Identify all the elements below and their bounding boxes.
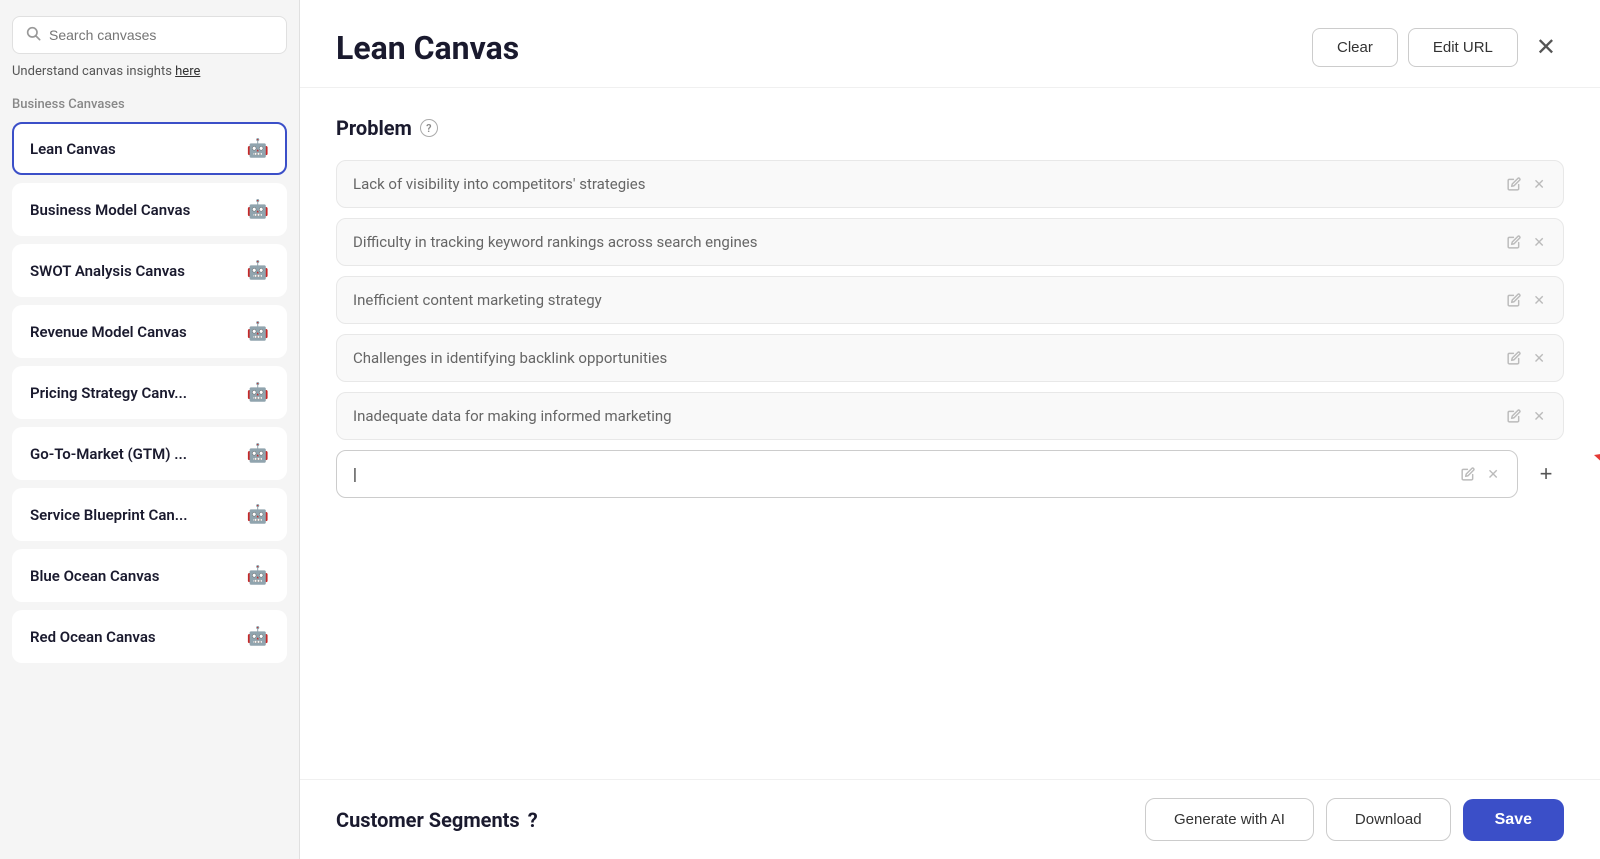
problem-section-title: Problem ? (336, 116, 1564, 140)
problem-info-icon[interactable]: ? (420, 119, 438, 137)
new-item-actions: ✕ (1459, 465, 1501, 483)
search-bar[interactable] (12, 16, 287, 54)
sidebar-item-label: Blue Ocean Canvas (30, 567, 159, 585)
sidebar-item-label: SWOT Analysis Canvas (30, 262, 185, 280)
sidebar-item-red-ocean[interactable]: Red Ocean Canvas 🤖 (12, 610, 287, 663)
insight-text: Understand canvas insights here (12, 64, 287, 79)
sidebar-item-emoji: 🤖 (247, 138, 269, 159)
problem-item-actions: ✕ (1505, 291, 1547, 309)
customer-segments-info-icon[interactable]: ? (528, 808, 538, 832)
sidebar-item-label: Service Blueprint Can... (30, 506, 188, 524)
problem-item-text: Lack of visibility into competitors' str… (353, 175, 1505, 193)
edit-item-button[interactable] (1505, 233, 1523, 251)
main-header: Lean Canvas Clear Edit URL ✕ (300, 0, 1600, 88)
edit-new-item-button[interactable] (1459, 465, 1477, 483)
main-panel: Lean Canvas Clear Edit URL ✕ Problem ? L… (300, 0, 1600, 859)
problem-item-text: Difficulty in tracking keyword rankings … (353, 233, 1505, 251)
problem-item-card: Inadequate data for making informed mark… (336, 392, 1564, 440)
remove-item-button[interactable]: ✕ (1531, 291, 1547, 309)
sidebar-item-label: Red Ocean Canvas (30, 628, 156, 646)
sidebar-items: Lean Canvas🤖Business Model Canvas🤖SWOT A… (12, 122, 287, 671)
sidebar-item-emoji: 🤖 (247, 199, 269, 220)
insight-link[interactable]: here (175, 64, 200, 79)
sidebar-item-emoji: 🤖 (247, 504, 269, 525)
clear-button[interactable]: Clear (1312, 28, 1398, 67)
sidebar-item-label: Lean Canvas (30, 140, 116, 158)
edit-item-button[interactable] (1505, 349, 1523, 367)
sidebar-item-blue-ocean[interactable]: Blue Ocean Canvas 🤖 (12, 549, 287, 602)
sidebar-item-revenue-model[interactable]: Revenue Model Canvas 🤖 (12, 305, 287, 358)
save-button[interactable]: Save (1463, 799, 1564, 841)
main-content: Problem ? Lack of visibility into compet… (300, 88, 1600, 779)
new-item-input[interactable] (353, 466, 1459, 483)
sidebar-item-emoji: 🤖 (247, 382, 269, 403)
close-button[interactable]: ✕ (1528, 32, 1564, 64)
sidebar-item-business-model[interactable]: Business Model Canvas 🤖 (12, 183, 287, 236)
new-item-input-card[interactable]: ✕ (336, 450, 1518, 498)
problem-item-text: Challenges in identifying backlink oppor… (353, 349, 1505, 367)
sidebar-item-swot-analysis[interactable]: SWOT Analysis Canvas 🤖 (12, 244, 287, 297)
arrow-annotation (1564, 370, 1600, 470)
problem-item-actions: ✕ (1505, 407, 1547, 425)
problem-item-row: Difficulty in tracking keyword rankings … (336, 218, 1564, 266)
problem-item-card: Lack of visibility into competitors' str… (336, 160, 1564, 208)
remove-item-button[interactable]: ✕ (1531, 175, 1547, 193)
problem-item-text: Inefficient content marketing strategy (353, 291, 1505, 309)
problem-item-card: Difficulty in tracking keyword rankings … (336, 218, 1564, 266)
add-item-button[interactable]: + (1528, 456, 1564, 492)
sidebar-item-emoji: 🤖 (247, 260, 269, 281)
problem-item-card: Challenges in identifying backlink oppor… (336, 334, 1564, 382)
page-title: Lean Canvas (336, 29, 519, 67)
search-input[interactable] (49, 27, 274, 43)
sidebar-item-emoji: 🤖 (247, 626, 269, 647)
sidebar-item-label: Go-To-Market (GTM) ... (30, 445, 187, 463)
sidebar-item-lean-canvas[interactable]: Lean Canvas 🤖 (12, 122, 287, 175)
problem-item-text: Inadequate data for making informed mark… (353, 407, 1505, 425)
section-label: Business Canvases (12, 97, 287, 112)
problem-item-row: Challenges in identifying backlink oppor… (336, 334, 1564, 382)
main-footer: Customer Segments ? Generate with AI Dow… (300, 779, 1600, 859)
sidebar-item-go-to-market[interactable]: Go-To-Market (GTM) ... 🤖 (12, 427, 287, 480)
header-actions: Clear Edit URL ✕ (1312, 28, 1564, 67)
sidebar-item-service-blueprint[interactable]: Service Blueprint Can... 🤖 (12, 488, 287, 541)
problem-item-row: Lack of visibility into competitors' str… (336, 160, 1564, 208)
sidebar-item-label: Revenue Model Canvas (30, 323, 187, 341)
problem-item-actions: ✕ (1505, 175, 1547, 193)
remove-item-button[interactable]: ✕ (1531, 407, 1547, 425)
sidebar-item-emoji: 🤖 (247, 565, 269, 586)
generate-ai-button[interactable]: Generate with AI (1145, 798, 1314, 841)
remove-new-item-button[interactable]: ✕ (1485, 465, 1501, 483)
sidebar-item-pricing-strategy[interactable]: Pricing Strategy Canv... 🤖 (12, 366, 287, 419)
sidebar-item-label: Pricing Strategy Canv... (30, 384, 187, 402)
footer-actions: Generate with AI Download Save (1145, 798, 1564, 841)
edit-item-button[interactable] (1505, 407, 1523, 425)
problem-item-row: Inadequate data for making informed mark… (336, 392, 1564, 440)
new-item-row: ✕ + (336, 450, 1564, 498)
remove-item-button[interactable]: ✕ (1531, 349, 1547, 367)
edit-item-button[interactable] (1505, 175, 1523, 193)
search-icon (25, 25, 41, 45)
edit-url-button[interactable]: Edit URL (1408, 28, 1518, 67)
sidebar-item-label: Business Model Canvas (30, 201, 190, 219)
sidebar-item-emoji: 🤖 (247, 321, 269, 342)
problem-item-actions: ✕ (1505, 349, 1547, 367)
download-button[interactable]: Download (1326, 798, 1451, 841)
edit-item-button[interactable] (1505, 291, 1523, 309)
problem-items-list: Lack of visibility into competitors' str… (336, 160, 1564, 440)
remove-item-button[interactable]: ✕ (1531, 233, 1547, 251)
problem-item-row: Inefficient content marketing strategy ✕ (336, 276, 1564, 324)
problem-item-actions: ✕ (1505, 233, 1547, 251)
sidebar-item-emoji: 🤖 (247, 443, 269, 464)
sidebar: Understand canvas insights here Business… (0, 0, 300, 859)
problem-item-card: Inefficient content marketing strategy ✕ (336, 276, 1564, 324)
customer-segments-title: Customer Segments ? (336, 808, 538, 832)
